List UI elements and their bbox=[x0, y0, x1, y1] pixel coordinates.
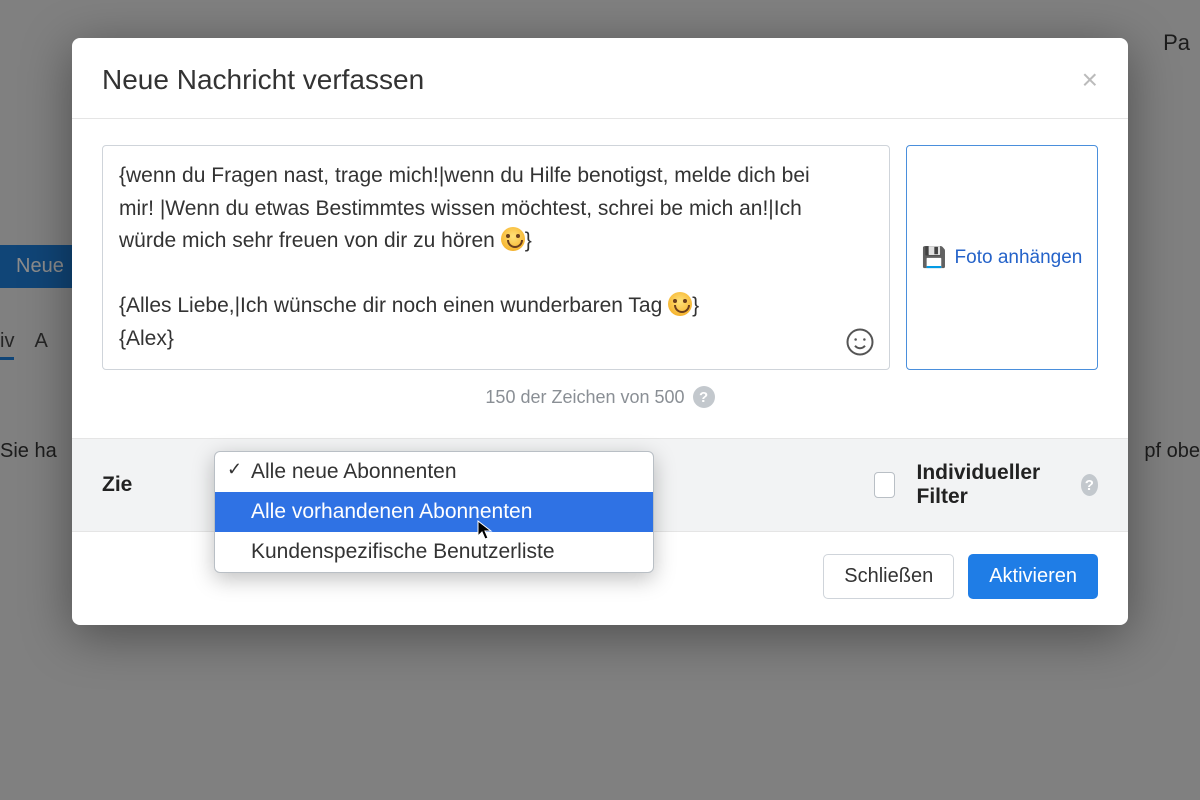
dropdown-option-custom-list[interactable]: Kundenspezifische Benutzerliste bbox=[215, 532, 653, 572]
modal-header: Neue Nachricht verfassen × bbox=[72, 38, 1128, 119]
close-button[interactable]: Schließen bbox=[823, 554, 954, 599]
bg-line-left: Sie ha bbox=[0, 440, 57, 463]
target-dropdown[interactable]: Alle neue Abonnenten Alle vorhandenen Ab… bbox=[214, 451, 654, 573]
help-icon[interactable]: ? bbox=[1081, 474, 1098, 496]
target-label: Zie bbox=[102, 473, 132, 497]
msg-line1: {wenn du Fragen nast, trage mich!|wenn d… bbox=[119, 164, 731, 187]
emoji-picker-icon[interactable] bbox=[845, 327, 875, 357]
close-icon[interactable]: × bbox=[1082, 66, 1098, 94]
msg-line6: {Alex} bbox=[119, 327, 174, 350]
char-counter-text: 150 der Zeichen von 500 bbox=[485, 387, 684, 408]
bg-subtabs: iv A bbox=[0, 330, 48, 360]
activate-button[interactable]: Aktivieren bbox=[968, 554, 1098, 599]
smile-emoji-icon bbox=[501, 227, 525, 251]
individual-filter-checkbox[interactable] bbox=[874, 472, 895, 498]
attach-photo-button[interactable]: 💾 Foto anhängen bbox=[906, 145, 1098, 370]
bg-tab-new[interactable]: Neue bbox=[0, 245, 80, 288]
msg-line5a: {Alles Liebe,|Ich wünsche dir noch einen… bbox=[119, 294, 668, 317]
bg-partial-text: Pa bbox=[1163, 30, 1190, 56]
smile-emoji-icon bbox=[668, 292, 692, 316]
individual-filter-label: Individueller Filter bbox=[917, 461, 1059, 509]
attach-photo-label: Foto anhängen bbox=[955, 247, 1083, 269]
bg-line-right: pf obe bbox=[1144, 440, 1200, 463]
message-textarea[interactable]: {wenn du Fragen nast, trage mich!|wenn d… bbox=[102, 145, 890, 370]
dropdown-option-new-subscribers[interactable]: Alle neue Abonnenten bbox=[215, 452, 653, 492]
compose-message-modal: Neue Nachricht verfassen × {wenn du Frag… bbox=[72, 38, 1128, 625]
bg-subtab-a[interactable]: A bbox=[34, 330, 47, 360]
msg-line3b: } bbox=[525, 229, 532, 252]
target-section: Zie ? Individueller Filter ? Alle neue A… bbox=[72, 438, 1128, 532]
msg-line5b: } bbox=[692, 294, 699, 317]
dropdown-option-existing-subscribers[interactable]: Alle vorhandenen Abonnenten bbox=[215, 492, 653, 532]
bg-subtab-iv[interactable]: iv bbox=[0, 330, 14, 360]
modal-title: Neue Nachricht verfassen bbox=[102, 64, 424, 96]
modal-body: {wenn du Fragen nast, trage mich!|wenn d… bbox=[72, 119, 1128, 438]
compose-row: {wenn du Fragen nast, trage mich!|wenn d… bbox=[102, 145, 1098, 370]
help-icon[interactable]: ? bbox=[693, 386, 715, 408]
char-counter: 150 der Zeichen von 500 ? bbox=[102, 370, 1098, 428]
floppy-icon: 💾 bbox=[922, 245, 947, 270]
